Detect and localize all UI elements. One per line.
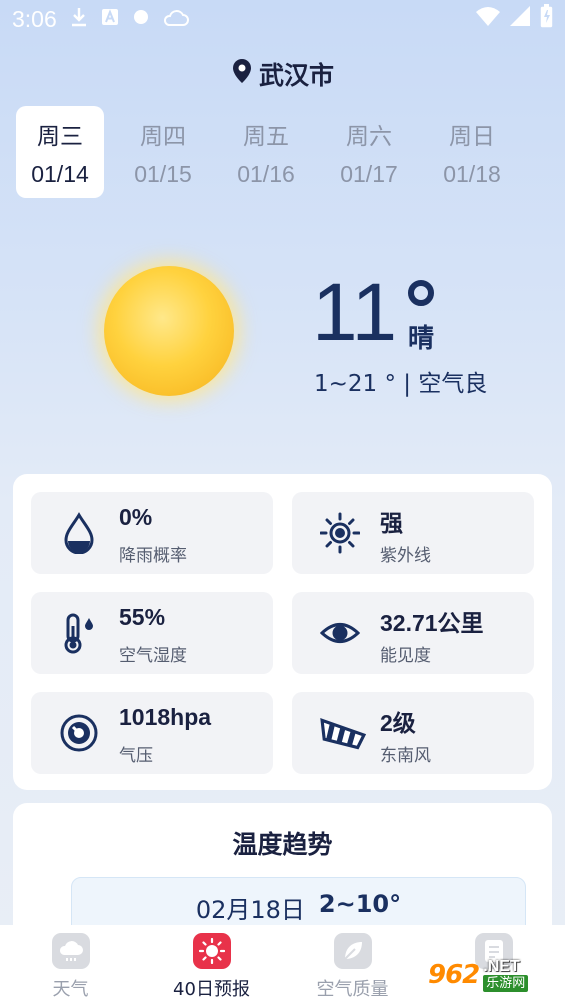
day-tab-sat[interactable]: 周六 01/17: [325, 106, 413, 198]
tab-air-quality[interactable]: 空气质量: [282, 925, 423, 1004]
day-tab-thu[interactable]: 周四 01/15: [119, 106, 207, 198]
detail-rain: 0% 降雨概率: [31, 492, 273, 574]
tab-weather[interactable]: 天气: [0, 925, 141, 1004]
detail-pressure: 1018hpa 气压: [31, 692, 273, 774]
watermark-cn: 乐游网: [483, 975, 529, 992]
detail-visibility: 32.71公里 能见度: [292, 592, 534, 674]
trend-title: 温度趋势: [232, 830, 333, 859]
windsock-icon: [320, 712, 367, 754]
day-date: 01/18: [443, 160, 501, 187]
raindrop-icon: [59, 512, 99, 555]
eye-icon: [319, 612, 361, 654]
detail-label: 东南风: [380, 746, 431, 766]
day-date: 01/14: [31, 160, 89, 187]
day-tab-sun[interactable]: 周日 01/18: [428, 106, 516, 198]
day-tab-wed[interactable]: 周三 01/14: [16, 106, 104, 198]
leaf-icon: [333, 933, 372, 969]
dot-icon: [133, 9, 149, 30]
detail-value: 32.71公里: [380, 610, 484, 636]
degree-symbol: [408, 280, 434, 306]
day-date: 01/17: [340, 160, 398, 187]
detail-value: 强: [380, 510, 403, 536]
watermark-logo: 962: [428, 960, 480, 990]
day-weekday: 周四: [140, 122, 186, 149]
wifi-icon: [476, 6, 500, 32]
a-icon: [101, 8, 119, 31]
detail-humidity: 55% 空气湿度: [31, 592, 273, 674]
location-pin-icon: [231, 58, 253, 90]
detail-value: 2级: [380, 710, 416, 736]
watermark-net: .NET: [483, 958, 520, 975]
tab-label: 天气: [52, 979, 89, 1000]
detail-value: 1018hpa: [119, 704, 212, 730]
detail-label: 能见度: [380, 646, 431, 666]
detail-wind: 2级 东南风: [292, 692, 534, 774]
day-tab-fri[interactable]: 周五 01/16: [222, 106, 310, 198]
cloud-icon: [163, 7, 189, 32]
trend-range: 2~10°: [318, 890, 402, 918]
detail-label: 空气湿度: [119, 646, 187, 666]
thermometer-humidity-icon: [59, 612, 99, 654]
sun-uv-icon: [319, 512, 361, 554]
weather-cloud-icon: [51, 933, 90, 969]
current-temperature: 11: [312, 267, 398, 358]
download-icon: [71, 7, 87, 32]
pressure-gauge-icon: [59, 712, 99, 754]
city-name: 武汉市: [258, 61, 334, 90]
status-bar: 3:06: [0, 0, 565, 38]
sun-weather-icon: [104, 266, 234, 396]
tab-label: 40日预报: [173, 979, 250, 1000]
tab-40-day-forecast[interactable]: 40日预报: [141, 925, 282, 1004]
day-weekday: 周六: [346, 122, 392, 149]
status-time: 3:06: [12, 5, 57, 32]
detail-value: 0%: [119, 504, 153, 530]
day-date: 01/15: [134, 160, 192, 187]
detail-label: 气压: [119, 746, 153, 766]
tab-label: 空气质量: [316, 979, 389, 1000]
day-weekday: 周三: [37, 122, 83, 149]
forecast-40-icon: [192, 933, 231, 969]
detail-label: 紫外线: [380, 546, 431, 566]
site-watermark: 962 .NET 乐游网: [428, 952, 563, 998]
weather-details-card: 0% 降雨概率 强 紫外线 55% 空气湿度 32.71公里 能见度 1018h…: [13, 474, 552, 790]
detail-uv: 强 紫外线: [292, 492, 534, 574]
day-weekday: 周日: [449, 122, 495, 149]
current-condition: 晴: [408, 324, 435, 354]
detail-label: 降雨概率: [119, 546, 187, 566]
battery-icon: [540, 4, 553, 34]
day-date: 01/16: [237, 160, 295, 187]
temperature-range-air-quality: 1~21 ° | 空气良: [314, 371, 488, 397]
location-header[interactable]: 武汉市: [0, 54, 565, 94]
day-selector: 周三 01/14 周四 01/15 周五 01/16 周六 01/17 周日 0…: [16, 106, 565, 198]
signal-icon: [510, 6, 530, 32]
trend-date: 02月18日: [195, 896, 305, 924]
detail-value: 55%: [119, 604, 166, 630]
day-weekday: 周五: [243, 122, 289, 149]
